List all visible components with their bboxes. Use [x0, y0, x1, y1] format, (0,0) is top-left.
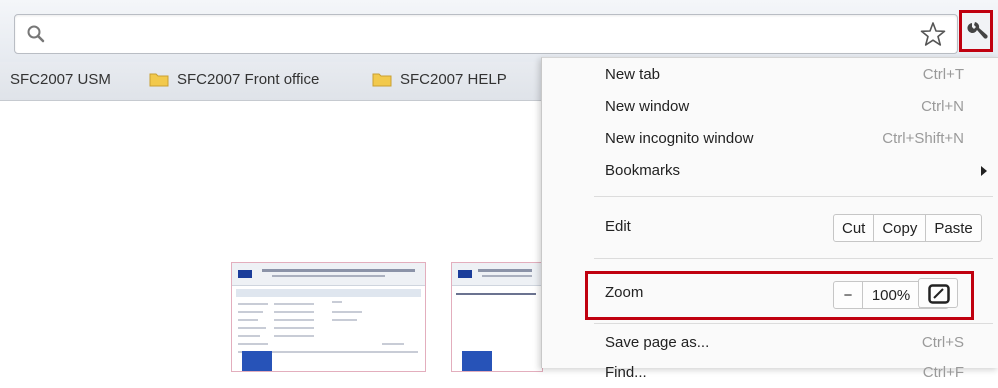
menu-item-label: Find... [605, 364, 647, 381]
zoom-out-button[interactable]: − [833, 281, 863, 309]
eu-logo [242, 351, 272, 371]
bookmark-label: SFC2007 HELP [400, 71, 507, 88]
zoom-level-display: 100% [862, 281, 920, 309]
shortcut-label: Ctrl+F [922, 364, 964, 381]
fullscreen-button[interactable] [918, 278, 958, 308]
menu-item-label: Zoom [605, 284, 644, 301]
search-icon [25, 23, 47, 45]
paste-button[interactable]: Paste [925, 214, 982, 242]
address-bar[interactable] [14, 14, 958, 54]
wrench-dropdown-menu: New tab Ctrl+T New window Ctrl+N New inc… [541, 57, 998, 381]
menu-item-label: Edit [605, 218, 631, 235]
menu-item-label: New incognito window [605, 130, 754, 147]
wrench-icon [967, 22, 988, 39]
menu-separator [594, 323, 993, 324]
menu-item-label: New window [605, 98, 690, 115]
menu-item-bookmarks[interactable]: Bookmarks [605, 156, 987, 186]
shortcut-label: Ctrl+Shift+N [882, 130, 964, 147]
shortcut-label: Ctrl+S [921, 334, 964, 351]
bookmark-sfc2007-front-office[interactable]: SFC2007 Front office [149, 71, 319, 91]
bookmark-label: SFC2007 Front office [177, 71, 320, 88]
most-visited-thumbnail[interactable] [231, 262, 426, 372]
eu-logo [462, 351, 492, 371]
wrench-menu-button[interactable] [959, 10, 993, 52]
shortcut-label: Ctrl+N [921, 98, 964, 115]
folder-icon [372, 71, 392, 91]
submenu-arrow-icon [981, 166, 987, 176]
eu-flag-icon [458, 270, 472, 278]
cut-button[interactable]: Cut [833, 214, 875, 242]
menu-item-label: New tab [605, 66, 661, 83]
shortcut-label: Ctrl+T [922, 66, 964, 83]
menu-item-zoom: Zoom − 100% + [605, 278, 969, 309]
thumbnail-header [232, 263, 425, 286]
menu-item-find[interactable]: Find... Ctrl+F [605, 358, 969, 388]
menu-item-new-incognito-window[interactable]: New incognito window Ctrl+Shift+N [605, 124, 969, 154]
edit-button-group: Cut Copy Paste [833, 214, 982, 242]
menu-item-save-page-as[interactable]: Save page as... Ctrl+S [605, 328, 969, 358]
fullscreen-icon [928, 284, 950, 304]
eu-flag-icon [238, 270, 252, 278]
menu-item-edit: Edit Cut Copy Paste [605, 212, 982, 242]
bookmark-sfc2007-usm[interactable]: SFC2007 USM [10, 71, 111, 88]
menu-item-new-window[interactable]: New window Ctrl+N [605, 92, 969, 122]
copy-button[interactable]: Copy [873, 214, 927, 242]
menu-separator [594, 196, 993, 197]
menu-item-new-tab[interactable]: New tab Ctrl+T [605, 60, 969, 90]
menu-item-label: Bookmarks [605, 162, 681, 179]
most-visited-thumbnail[interactable] [451, 262, 543, 372]
bookmark-star-icon[interactable] [920, 21, 946, 47]
browser-toolbar [0, 0, 998, 62]
bookmark-label: SFC2007 USM [10, 71, 111, 88]
bookmark-sfc2007-help[interactable]: SFC2007 HELP [372, 71, 507, 91]
folder-icon [149, 71, 169, 91]
menu-item-label: Save page as... [605, 334, 710, 351]
menu-separator [594, 258, 993, 259]
